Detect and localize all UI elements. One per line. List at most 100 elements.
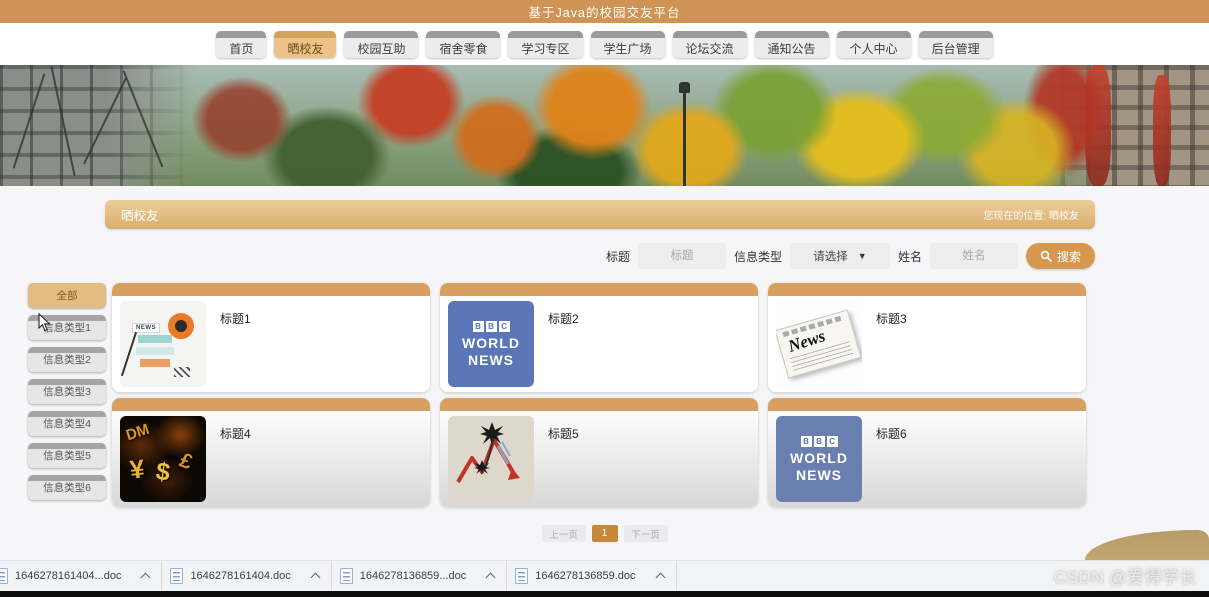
- search-icon: [1040, 250, 1052, 262]
- card-title: 标题4: [220, 427, 251, 441]
- sidebar-item-all[interactable]: 全部: [28, 283, 106, 308]
- prev-page-button[interactable]: 上一页: [541, 525, 586, 542]
- chevron-down-icon: ▼: [857, 251, 867, 261]
- tab-student-square[interactable]: 学生广场: [590, 30, 665, 58]
- sidebar-item-type6[interactable]: 信息类型6: [28, 475, 106, 500]
- card-top-bar: [112, 283, 430, 296]
- bottom-black-strip: [0, 591, 1209, 597]
- name-filter-input[interactable]: [929, 243, 1018, 269]
- tab-show-alumni[interactable]: 晒校友: [274, 30, 337, 58]
- document-icon: [170, 568, 184, 584]
- sidebar-item-type1[interactable]: 信息类型1: [28, 315, 106, 340]
- tab-campus-help[interactable]: 校园互助: [344, 30, 419, 58]
- currency-symbol: $: [154, 457, 172, 487]
- type-filter-select[interactable]: 请选择 ▼: [789, 243, 890, 269]
- category-sidebar: 全部 信息类型1 信息类型2 信息类型3 信息类型4 信息类型5 信息类型6: [28, 283, 106, 507]
- download-item-2[interactable]: 1646278161404.doc: [162, 561, 332, 591]
- download-item-1[interactable]: 1646278161404...doc: [0, 561, 163, 591]
- tab-study-zone[interactable]: 学习专区: [508, 30, 583, 58]
- chart-crash-graphic: [456, 422, 520, 484]
- falling-chart-thumbnail: [448, 416, 534, 502]
- card-title: 标题3: [876, 312, 907, 326]
- card-top-bar: [440, 283, 758, 296]
- download-filename: 1646278161404...doc: [15, 570, 122, 582]
- downloads-bar: 1646278161404...doc 1646278161404.doc 16…: [0, 560, 1209, 591]
- download-filename: 1646278136859.doc: [535, 570, 636, 582]
- title-filter-input[interactable]: [637, 243, 726, 269]
- card-top-bar: [768, 283, 1086, 296]
- breadcrumb-title: 晒校友: [121, 209, 159, 223]
- bbc-letter: B: [813, 435, 825, 447]
- sidebar-item-type2[interactable]: 信息类型2: [28, 347, 106, 372]
- bbc-letter: C: [498, 320, 510, 332]
- sidebar-item-type3[interactable]: 信息类型3: [28, 379, 106, 404]
- page-title: 基于Java的校园交友平台: [528, 6, 681, 20]
- chevron-up-icon[interactable]: [310, 572, 321, 583]
- tab-forum[interactable]: 论坛交流: [672, 30, 747, 58]
- confetti-decor: [174, 367, 190, 377]
- chevron-up-icon[interactable]: [485, 572, 496, 583]
- document-icon: [515, 568, 529, 584]
- bbc-world-news-logo: B B C WORLD NEWS: [448, 301, 534, 387]
- card-title: 标题1: [220, 312, 251, 326]
- list-item-card-5[interactable]: 标题5: [440, 398, 758, 507]
- bbc-world-news-logo: B B C WORLD NEWS: [776, 416, 862, 502]
- list-item-card-2[interactable]: B B C WORLD NEWS 标题2: [440, 283, 758, 392]
- sidebar-item-type4[interactable]: 信息类型4: [28, 411, 106, 436]
- currency-symbol: DM: [123, 420, 152, 445]
- bbc-letter: B: [485, 320, 497, 332]
- news-illustration-thumbnail: NEWS: [120, 301, 206, 387]
- banner-lamp-post: [679, 82, 690, 186]
- chevron-up-icon[interactable]: [655, 572, 665, 583]
- breadcrumb-location-link[interactable]: 晒校友: [1049, 211, 1079, 222]
- bbc-letter: B: [472, 320, 484, 332]
- list-item-card-1[interactable]: NEWS 标题1: [112, 283, 430, 392]
- tab-notices[interactable]: 通知公告: [754, 30, 829, 58]
- card-grid: NEWS 标题1 B B C WORLD NEWS 标题2 News 标题3 D…: [112, 283, 1086, 507]
- type-filter-value: 请选择: [813, 251, 848, 263]
- next-page-button[interactable]: 下一页: [623, 525, 668, 542]
- search-bar: 标题 信息类型 请选择 ▼ 姓名 搜索: [105, 242, 1095, 270]
- bbc-news-text: NEWS: [468, 351, 514, 368]
- tab-personal-center[interactable]: 个人中心: [836, 30, 911, 58]
- list-item-card-6[interactable]: B B C WORLD NEWS 标题6: [768, 398, 1086, 507]
- chevron-up-icon[interactable]: [140, 572, 151, 583]
- newspaper-sheet: News: [776, 309, 862, 379]
- search-button-label: 搜索: [1056, 249, 1081, 264]
- bbc-letter: B: [800, 435, 812, 447]
- bbc-letter: C: [826, 435, 838, 447]
- pagination: 上一页 1 下一页: [541, 525, 668, 542]
- breadcrumb-location: 您现在的位置: 晒校友: [983, 207, 1079, 222]
- download-filename: 1646278161404.doc: [190, 570, 291, 582]
- download-filename: 1646278136859...doc: [359, 570, 467, 582]
- name-filter-label: 姓名: [897, 249, 922, 264]
- tab-admin[interactable]: 后台管理: [918, 30, 993, 58]
- card-top-bar: [112, 398, 430, 411]
- title-filter-label: 标题: [605, 249, 630, 264]
- download-item-4[interactable]: 1646278136859.doc: [507, 561, 677, 591]
- current-page-button[interactable]: 1: [591, 525, 618, 542]
- newspaper-thumbnail: News: [776, 301, 862, 387]
- breadcrumb: 晒校友 您现在的位置: 晒校友: [105, 200, 1095, 229]
- csdn-watermark: CSDN @爱得学长: [1053, 568, 1197, 587]
- currency-symbol: £: [176, 448, 196, 475]
- sidebar-item-type5[interactable]: 信息类型5: [28, 443, 106, 468]
- bbc-letter-blocks: B B C: [800, 435, 838, 447]
- currency-collage-thumbnail: DM ¥ $ £: [120, 416, 206, 502]
- bbc-news-text: NEWS: [796, 466, 842, 483]
- decor-bar: [140, 359, 170, 367]
- list-item-card-3[interactable]: News 标题3: [768, 283, 1086, 392]
- card-top-bar: [768, 398, 1086, 411]
- document-icon: [339, 568, 353, 584]
- tab-dorm-snacks[interactable]: 宿舍零食: [426, 30, 501, 58]
- list-item-card-4[interactable]: DM ¥ $ £ 标题4: [112, 398, 430, 507]
- pen-icon: [120, 331, 138, 377]
- decor-bar: [136, 347, 174, 355]
- card-title: 标题5: [548, 427, 579, 441]
- tab-home[interactable]: 首页: [216, 30, 267, 58]
- bbc-world-text: WORLD: [790, 449, 848, 466]
- download-item-3[interactable]: 1646278136859...doc: [332, 561, 508, 591]
- footer-hill-decoration: [1085, 530, 1209, 560]
- search-button[interactable]: 搜索: [1025, 243, 1095, 269]
- document-icon: [0, 568, 8, 584]
